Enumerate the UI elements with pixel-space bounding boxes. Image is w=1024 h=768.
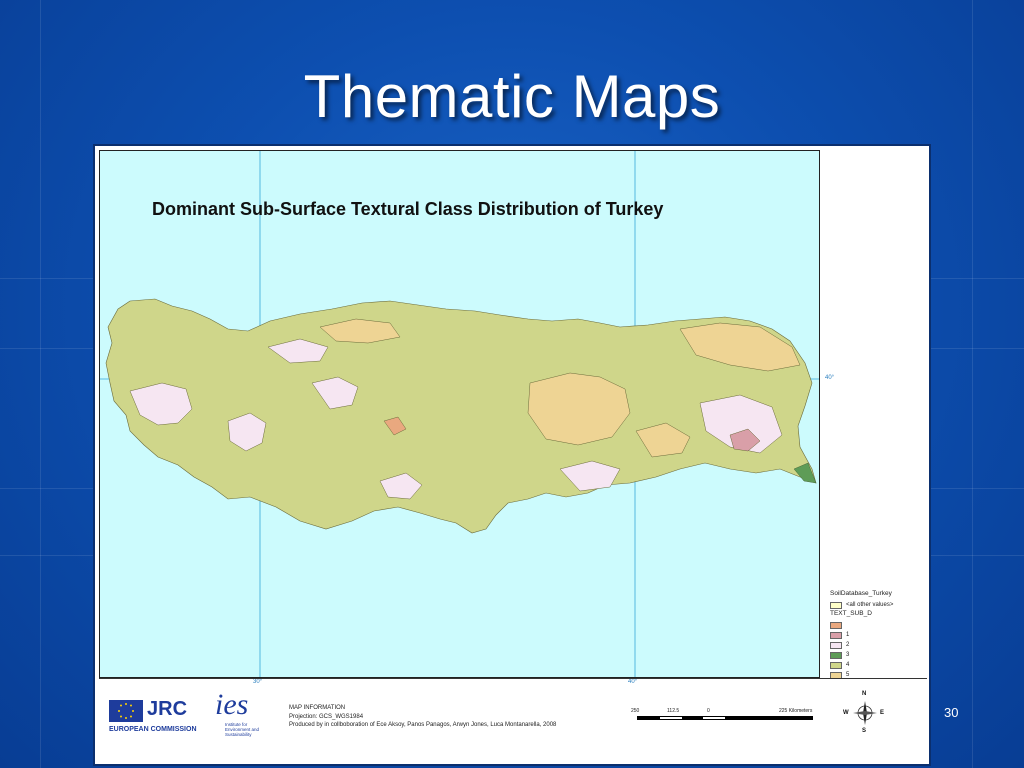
compass-s: S [862, 728, 867, 734]
graticule-label: 30° [253, 679, 263, 685]
eu-flag-icon [109, 700, 143, 722]
map-information: MAP INFORMATION Projection: GCS_WGS1984 … [289, 704, 556, 730]
legend-field-name: TEXT_SUB_D [830, 610, 872, 617]
legend-label: 3 [846, 652, 850, 658]
legend-swatch [830, 601, 842, 609]
north-arrow-icon: N S E W [843, 691, 885, 735]
map-info-credits: Produced by in collboboration of Ece Aks… [289, 722, 557, 728]
legend-swatch [830, 641, 842, 649]
graticule-label: 40° [825, 375, 835, 381]
legend-label: 2 [846, 642, 850, 648]
legend-layer-name: SoilDatabase_Turkey [830, 590, 892, 597]
legend-swatch [830, 631, 842, 639]
map-area: Dominant Sub-Surface Textural Class Dist… [99, 150, 834, 678]
legend-row: 1 [830, 630, 926, 640]
scale-label: 112.5 [667, 708, 680, 714]
legend-row: 2 [830, 640, 926, 650]
legend-label: 1 [846, 632, 850, 638]
legend-swatch [830, 661, 842, 669]
legend-row: 4 [830, 660, 926, 670]
map-frame: Dominant Sub-Surface Textural Class Dist… [93, 144, 931, 766]
legend-label: <all other values> [846, 602, 894, 608]
scale-bar-graphic [637, 716, 813, 720]
jrc-logo: JRC [147, 698, 188, 720]
legend-class-list: 12345 [830, 620, 926, 680]
map-info-heading: MAP INFORMATION [289, 705, 346, 711]
compass-n: N [862, 691, 867, 697]
compass-e: E [880, 710, 885, 716]
legend-row [830, 620, 926, 630]
logo-block: JRC EUROPEAN COMMISSION ies Institute fo… [109, 688, 259, 737]
scale-label: 0 [707, 708, 710, 714]
scale-bar: 250 112.5 0 225 Kilometers [631, 708, 815, 728]
compass-w: W [843, 710, 849, 716]
footer-divider [99, 678, 927, 679]
slide-title: Thematic Maps [303, 63, 721, 130]
map-info-projection: Projection: GCS_WGS1984 [289, 713, 364, 720]
turkey-soil-map [100, 151, 819, 677]
legend-row: 3 [830, 650, 926, 660]
scale-label: 250 [631, 708, 640, 714]
legend-swatch [830, 621, 842, 629]
european-commission-label: EUROPEAN COMMISSION [109, 726, 197, 733]
ies-logo: ies [215, 688, 249, 721]
page-number: 30 [944, 705, 959, 720]
map-legend: SoilDatabase_Turkey <all other values> T… [830, 590, 926, 680]
map-title: Dominant Sub-Surface Textural Class Dist… [152, 199, 664, 219]
legend-row: <all other values> [830, 600, 926, 610]
ies-subtitle: Institute for Environment and Sustainabi… [225, 722, 260, 737]
graticule-label: 40° [628, 679, 638, 685]
scale-label: 225 Kilometers [779, 708, 813, 714]
legend-swatch [830, 651, 842, 659]
legend-label: 4 [846, 662, 850, 668]
